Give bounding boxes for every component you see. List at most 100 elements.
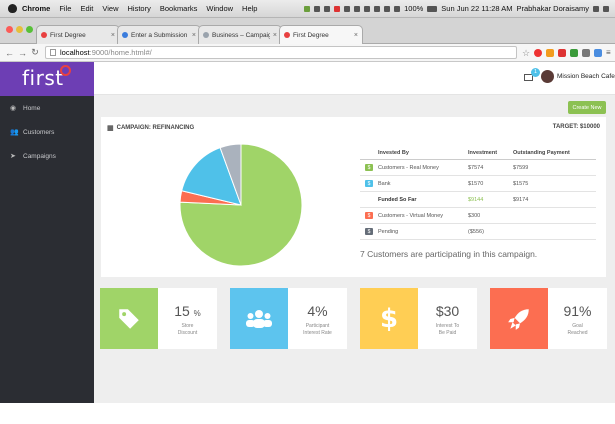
- menu-help[interactable]: Help: [242, 4, 257, 13]
- menu-app[interactable]: Chrome: [22, 4, 50, 13]
- stat-value: $30: [435, 303, 460, 319]
- dollar-badge-icon: $: [365, 180, 373, 187]
- avatar[interactable]: [541, 70, 554, 83]
- stat-label: Store Discount: [162, 323, 213, 337]
- row-outstanding: $1575: [513, 180, 529, 187]
- close-tab-icon[interactable]: ×: [192, 32, 196, 39]
- stat-label-line1: Interest To: [435, 323, 460, 329]
- headphones-icon[interactable]: [314, 5, 321, 12]
- extensions: ☆ ≡: [522, 48, 614, 57]
- sidebar-item-campaigns[interactable]: ➤ Campaigns: [0, 144, 94, 168]
- menu-file[interactable]: File: [59, 4, 71, 13]
- stat-icon-tile: [230, 288, 288, 349]
- sidebar-item-customers[interactable]: 👥 Customers: [0, 120, 94, 144]
- row-investment: $7574: [468, 164, 484, 171]
- menu-bookmarks[interactable]: Bookmarks: [160, 4, 198, 13]
- page-icon: [50, 49, 56, 56]
- menu-edit[interactable]: Edit: [80, 4, 93, 13]
- bookmark-star-icon[interactable]: ☆: [522, 48, 530, 57]
- tab-submission[interactable]: Enter a Submission | Sma ×: [117, 25, 201, 44]
- tab-first-degree[interactable]: First Degree ×: [36, 25, 120, 44]
- close-tab-icon[interactable]: ×: [273, 32, 277, 39]
- back-icon[interactable]: ←: [5, 48, 14, 58]
- os-user[interactable]: Prabhakar Doraisamy: [516, 4, 589, 13]
- search-icon[interactable]: [593, 5, 599, 12]
- customers-participating-text: 7 Customers are participating in this ca…: [360, 249, 538, 259]
- header-invested-by: Invested By: [378, 149, 409, 156]
- row-investment: $300: [468, 212, 481, 219]
- extension-opera-icon[interactable]: [534, 48, 542, 57]
- menu-view[interactable]: View: [102, 4, 118, 13]
- tab-first-degree-active[interactable]: First Degree ×: [279, 25, 363, 44]
- row-outstanding: $9174: [513, 196, 529, 203]
- extension-blue-icon[interactable]: [594, 48, 602, 57]
- investment-pie-chart: [179, 143, 303, 267]
- url-input[interactable]: localhost :9000/home.html#/: [45, 46, 517, 59]
- os-menubar: Chrome File Edit View History Bookmarks …: [0, 0, 615, 18]
- wifi-icon[interactable]: [394, 5, 401, 12]
- window-icon[interactable]: [354, 5, 361, 12]
- stat-card-interest-to-be-paid: $ $30 Interest To Be Paid: [360, 288, 477, 349]
- favicon-icon: [284, 32, 290, 38]
- mail-count-badge: 1: [531, 68, 540, 77]
- url-host: localhost: [60, 48, 90, 57]
- screen: Chrome File Edit View History Bookmarks …: [0, 0, 615, 424]
- evernote-icon[interactable]: [304, 5, 311, 12]
- favicon-icon: [203, 32, 209, 38]
- user-name[interactable]: Mission Beach Cafe: [557, 73, 615, 80]
- reload-icon[interactable]: ↻: [31, 47, 39, 58]
- forward-icon[interactable]: →: [18, 48, 27, 58]
- header-investment: Investment: [468, 149, 498, 156]
- menu-window[interactable]: Window: [206, 4, 233, 13]
- table-row: $ Bank $1570 $1575: [360, 176, 596, 192]
- apple-icon[interactable]: [8, 4, 17, 13]
- menu-icon[interactable]: ≡: [606, 48, 614, 57]
- cloud-icon[interactable]: [344, 5, 351, 12]
- extension-gray-icon[interactable]: [582, 48, 590, 57]
- clock-icon[interactable]: [364, 5, 371, 12]
- users-icon: 👥: [10, 129, 19, 136]
- dollar-badge-icon: $: [365, 228, 373, 235]
- row-label: Funded So Far: [378, 196, 417, 203]
- tab-campaign[interactable]: Business – Campaign ×: [198, 25, 282, 44]
- stat-label-line2: Interest Rate: [303, 330, 332, 336]
- menu-history[interactable]: History: [128, 4, 151, 13]
- minimize-window-icon[interactable]: [16, 26, 23, 33]
- volume-icon[interactable]: [384, 5, 391, 12]
- extension-orange-icon[interactable]: [546, 48, 554, 57]
- row-label: Bank: [378, 180, 391, 187]
- stat-value: 91%: [563, 303, 592, 319]
- clock[interactable]: Sun Jun 22 11:28 AM: [441, 4, 512, 13]
- campaign-title: ▦ CAMPAIGN: REFINANCING: [107, 124, 194, 132]
- rocket-icon: [508, 308, 529, 330]
- close-tab-icon[interactable]: ×: [111, 32, 115, 39]
- app-logo[interactable]: first: [0, 62, 94, 96]
- campaign-card: ▦ CAMPAIGN: REFINANCING TARGET: $10000 I…: [101, 117, 606, 277]
- status-area: 100% Sun Jun 22 11:28 AM Prabhakar Dorai…: [304, 4, 615, 13]
- stat-value: 4%: [307, 303, 328, 319]
- sidebar-item-label: Campaigns: [23, 152, 56, 160]
- extension-adblock-icon[interactable]: [558, 48, 566, 57]
- extension-green-icon[interactable]: [570, 48, 578, 57]
- sidebar-item-home[interactable]: ◉ Home: [0, 96, 94, 120]
- battery-icon[interactable]: [427, 5, 438, 12]
- stat-value: 15 %: [158, 303, 217, 319]
- notifications-icon[interactable]: [603, 5, 609, 12]
- badge-spacer: [365, 196, 373, 203]
- close-window-icon[interactable]: [6, 26, 13, 33]
- bluetooth-icon[interactable]: [374, 5, 381, 12]
- stat-icon-tile: [490, 288, 548, 349]
- stat-label-line2: Reached: [567, 330, 588, 336]
- flag-icon[interactable]: [334, 5, 341, 12]
- dashboard-icon: ◉: [10, 105, 17, 112]
- close-tab-icon[interactable]: ×: [354, 32, 358, 39]
- stat-icon-tile: [100, 288, 158, 349]
- tab-title: First Degree: [293, 31, 329, 39]
- row-label: Pending: [378, 228, 399, 235]
- zoom-window-icon[interactable]: [26, 26, 33, 33]
- dropbox-icon[interactable]: [324, 5, 331, 12]
- tab-title: Enter a Submission | Sma: [131, 31, 189, 39]
- table-header: Invested By Investment Outstanding Payme…: [360, 146, 596, 160]
- stat-label: Goal Reached: [552, 323, 603, 337]
- create-new-button[interactable]: Create New: [568, 101, 606, 114]
